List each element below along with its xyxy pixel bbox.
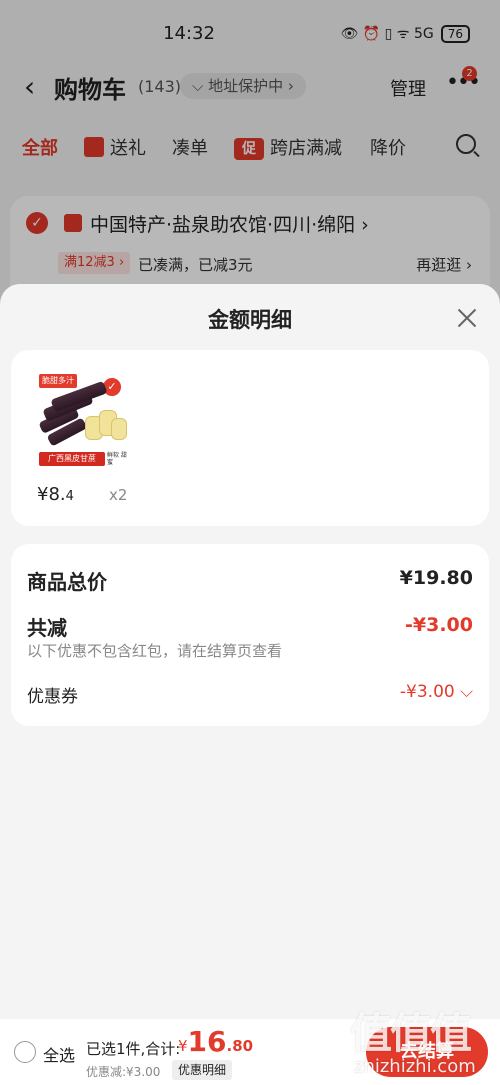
discount-note: 以下优惠不包含红包，请在结算页查看: [27, 642, 283, 660]
product-image[interactable]: 脆甜多汁 ✓ 广西黑皮甘蔗 鲜软 甜蜜: [33, 370, 131, 470]
discount-amount: 优惠减:¥3.00: [86, 1065, 161, 1079]
price-summary-card: 商品总价 ¥19.80 共减 -¥3.00 以下优惠不包含红包，请在结算页查看 …: [11, 544, 489, 726]
select-all-label[interactable]: 全选: [43, 1042, 75, 1066]
discount-detail-button[interactable]: 优惠明细: [172, 1060, 233, 1080]
price-main: ¥8.: [37, 484, 66, 505]
image-banner: 广西黑皮甘蔗: [39, 452, 105, 466]
product-quantity: x2: [109, 486, 128, 504]
sugarcane-chunk: [111, 418, 127, 440]
total-price-label: 商品总价: [27, 570, 107, 594]
coupon-value-dropdown[interactable]: -¥3.00 ⌵: [400, 682, 473, 702]
close-icon[interactable]: [455, 306, 479, 330]
total-price-value: ¥19.80: [399, 567, 473, 589]
amount-detail-sheet: 金额明细 脆甜多汁 ✓ 广西黑皮甘蔗 鲜软 甜蜜 ¥8.4 x2 商品总价 ¥1…: [0, 284, 500, 1019]
watermark-url: zhizhizhi.com: [354, 1056, 476, 1077]
sheet-title: 金额明细: [208, 308, 292, 332]
reduction-value: -¥3.00: [405, 614, 473, 636]
product-card: 脆甜多汁 ✓ 广西黑皮甘蔗 鲜软 甜蜜 ¥8.4 x2: [11, 350, 489, 526]
watermark: 值值值 zhizhizhi.com: [350, 1000, 500, 1085]
watermark-logo: 值值值: [350, 1009, 472, 1058]
image-side-text: 鲜软 甜蜜: [107, 452, 127, 466]
total-amount: ¥16.80: [178, 1025, 253, 1058]
total-yen: ¥: [178, 1037, 188, 1055]
reduction-label: 共减: [27, 616, 67, 640]
select-all-checkbox[interactable]: [14, 1041, 36, 1063]
total-decimal: .80: [226, 1037, 254, 1055]
price-small: 4: [65, 489, 74, 504]
image-tag: 脆甜多汁: [39, 374, 77, 388]
total-integer: 16: [187, 1025, 227, 1058]
selected-count: 已选1件,合计:: [86, 1040, 181, 1058]
product-price: ¥8.4: [37, 484, 74, 505]
coupon-label: 优惠券: [27, 687, 78, 707]
